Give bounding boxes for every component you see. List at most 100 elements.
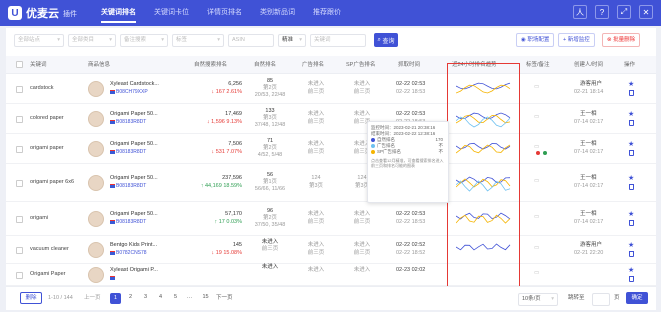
col-organic[interactable]: 自然搜索排名 — [194, 56, 227, 74]
product-asin[interactable]: B0782CNS78 — [116, 250, 147, 257]
product-asin[interactable]: B08CH79XXP — [116, 89, 148, 96]
tab-price-follow[interactable]: 推荐跟价 — [313, 0, 341, 26]
delete-icon[interactable] — [629, 276, 634, 282]
table-row[interactable]: origami Origami Paper 50... B08183R8DT 57,1… — [6, 202, 656, 236]
table-row[interactable]: origami paper 6x6 Origami Paper 50... B081… — [6, 164, 656, 202]
product-image[interactable] — [88, 141, 104, 157]
next-page-button[interactable]: 下一页 — [216, 293, 233, 304]
delete-icon[interactable] — [629, 220, 634, 226]
label-edit-icon[interactable]: ▭ — [534, 114, 539, 121]
delete-icon[interactable] — [629, 184, 634, 190]
product-title[interactable]: Origami Paper 50... — [110, 111, 158, 118]
label-edit-icon[interactable]: ▭ — [534, 245, 539, 252]
keyword-text[interactable]: origami paper — [30, 145, 82, 152]
keyword-text[interactable]: vacuum cleaner — [30, 246, 82, 253]
help-icon[interactable]: ? — [595, 5, 609, 19]
remark-select[interactable]: 备注搜索 ▾ — [120, 34, 168, 47]
config-button[interactable]: ◉ 职场配置 — [516, 33, 555, 47]
product-image[interactable] — [88, 111, 104, 127]
product-asin[interactable]: B08183R8DT — [116, 119, 146, 126]
star-icon[interactable]: ★ — [628, 110, 634, 118]
label-edit-icon[interactable]: ▭ — [534, 270, 539, 277]
delete-icon[interactable] — [629, 90, 634, 96]
product-title[interactable]: Xyleast Origami P... — [110, 267, 158, 274]
label-edit-icon[interactable]: ▭ — [534, 84, 539, 91]
product-title[interactable]: Origami Paper 50... — [110, 175, 158, 182]
site-select[interactable]: 全部站点 ▾ — [14, 34, 64, 47]
star-icon[interactable]: ★ — [628, 140, 634, 148]
page-ellipsis[interactable]: … — [184, 293, 195, 304]
product-image[interactable] — [88, 242, 104, 258]
star-icon[interactable]: ★ — [628, 241, 634, 249]
page-size-select[interactable]: 10条/页 ▾ — [518, 293, 558, 306]
product-title[interactable]: Bentgo Kids Print... — [110, 242, 157, 249]
keyword-text[interactable]: cardstock — [30, 85, 82, 92]
row-checkbox[interactable] — [16, 216, 23, 223]
product-image[interactable] — [88, 267, 104, 283]
star-icon[interactable]: ★ — [628, 266, 634, 274]
col-natural[interactable]: 自然排名 — [254, 56, 276, 74]
add-monitor-button[interactable]: + 新增监控 — [558, 33, 595, 47]
row-checkbox[interactable] — [16, 86, 23, 93]
user-icon[interactable]: 人 — [573, 5, 587, 19]
label-edit-icon[interactable]: ▭ — [534, 178, 539, 185]
page-4[interactable]: 4 — [155, 293, 166, 304]
tab-detail-rank[interactable]: 详情页排名 — [207, 0, 242, 26]
delete-icon[interactable] — [629, 251, 634, 257]
label-edit-icon[interactable]: ▭ — [534, 214, 539, 221]
keyword-text[interactable]: origami paper 6x6 — [30, 179, 82, 186]
delete-icon[interactable] — [629, 150, 634, 156]
product-asin[interactable]: B08183R8DT — [116, 149, 146, 156]
keyword-text[interactable]: colored paper — [30, 115, 82, 122]
keyword-text[interactable]: Origami Paper — [30, 271, 82, 278]
row-checkbox[interactable] — [16, 272, 23, 279]
table-row[interactable]: origami paper Origami Paper 50... B08183R8… — [6, 134, 656, 164]
keyword-input[interactable]: 关键词 — [310, 34, 366, 47]
product-asin[interactable]: B08183R8DT — [116, 219, 146, 226]
label-edit-icon[interactable]: ▭ — [534, 144, 539, 151]
product-title[interactable]: Xyleast Cardstock... — [110, 81, 159, 88]
label-select[interactable]: 标签 ▾ — [172, 34, 224, 47]
row-checkbox[interactable] — [16, 116, 23, 123]
delete-icon[interactable] — [629, 120, 634, 126]
product-asin[interactable]: B08183R8DT — [116, 183, 146, 190]
asin-input[interactable]: ASIN — [228, 34, 274, 47]
table-row[interactable]: colored paper Origami Paper 50... B08183R8… — [6, 104, 656, 134]
col-time[interactable]: 抓取时间 — [398, 56, 420, 74]
goto-button[interactable]: 确定 — [626, 292, 648, 304]
product-image[interactable] — [88, 81, 104, 97]
table-row[interactable]: cardstock Xyleast Cardstock... B08CH79XXP 6… — [6, 74, 656, 104]
delete-button[interactable]: 删除 — [20, 292, 42, 304]
product-title[interactable]: Origami Paper 50... — [110, 211, 158, 218]
star-icon[interactable]: ★ — [628, 210, 634, 218]
product-title[interactable]: Origami Paper 50... — [110, 141, 158, 148]
page-15[interactable]: 15 — [200, 293, 211, 304]
select-all-checkbox[interactable] — [16, 61, 23, 68]
row-checkbox[interactable] — [16, 180, 23, 187]
tab-keyword-rank[interactable]: 关键词排名 — [101, 0, 136, 26]
page-1[interactable]: 1 — [110, 293, 121, 304]
page-5[interactable]: 5 — [170, 293, 181, 304]
col-keyword[interactable]: 关键词 — [30, 56, 47, 74]
keyword-text[interactable]: origami — [30, 215, 82, 222]
product-image[interactable] — [88, 175, 104, 191]
page-3[interactable]: 3 — [140, 293, 151, 304]
star-icon[interactable]: ★ — [628, 80, 634, 88]
expand-icon[interactable]: ⤢ — [617, 5, 631, 19]
col-ad[interactable]: 广告排名 — [302, 56, 324, 74]
batch-delete-button[interactable]: ⊗ 批量删除 — [602, 33, 641, 47]
prev-page-button[interactable]: 上一页 — [84, 293, 101, 304]
page-2[interactable]: 2 — [125, 293, 136, 304]
table-row[interactable]: Origami Paper Xyleast Origami P... 未进入 未进入未… — [6, 264, 656, 286]
star-icon[interactable]: ★ — [628, 174, 634, 182]
product-image[interactable] — [88, 211, 104, 227]
row-checkbox[interactable] — [16, 146, 23, 153]
row-checkbox[interactable] — [16, 247, 23, 254]
category-select[interactable]: 全部类目 ▾ — [68, 34, 116, 47]
sort-select[interactable]: 精准 ▾ — [278, 34, 306, 47]
goto-input[interactable] — [592, 293, 610, 306]
query-button[interactable]: ⌕ 查询 — [374, 33, 398, 47]
col-sp[interactable]: SP广告排名 — [346, 56, 375, 74]
tab-new-keywords[interactable]: 类别新品词 — [260, 0, 295, 26]
close-icon[interactable]: ✕ — [639, 5, 653, 19]
